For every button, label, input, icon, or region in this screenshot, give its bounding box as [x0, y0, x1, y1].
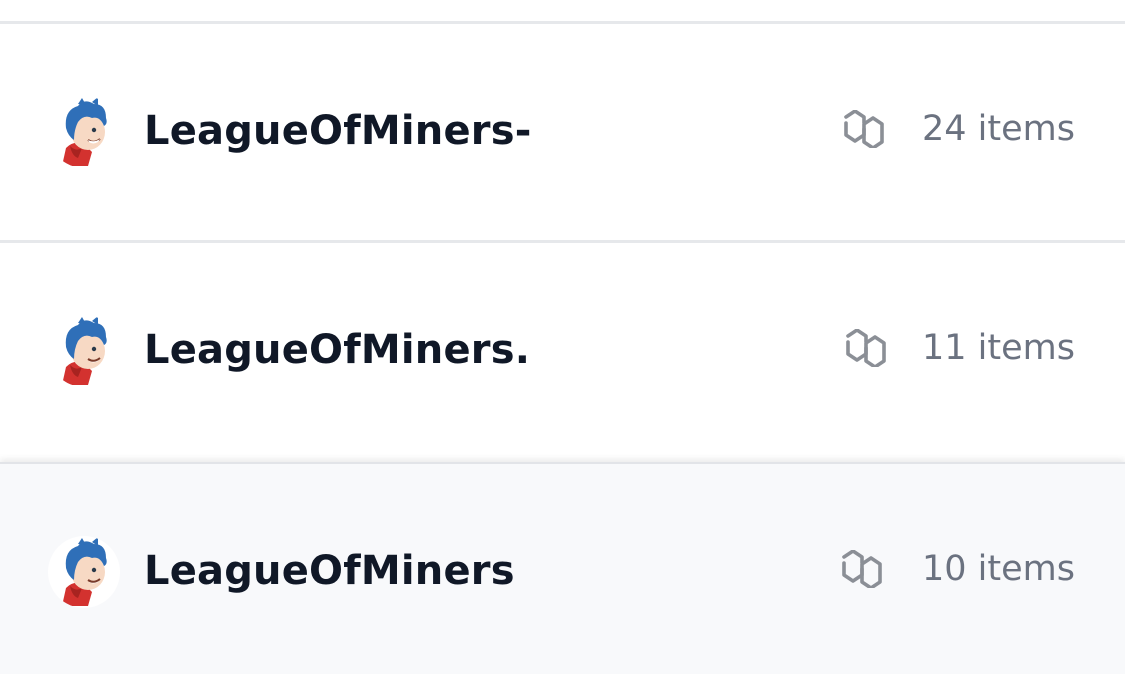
miner-avatar-icon: [62, 97, 107, 166]
collection-meta: 11 items: [842, 329, 1075, 367]
miner-avatar-icon: [62, 537, 107, 606]
collection-avatar: [48, 536, 120, 608]
miner-avatar-icon: [62, 316, 107, 385]
collection-row[interactable]: LeagueOfMiners 10 items: [0, 462, 1125, 674]
collection-meta: 24 items: [840, 110, 1075, 148]
collection-avatar: [48, 315, 120, 387]
collection-row[interactable]: LeagueOfMiners. 11 items: [0, 243, 1125, 462]
collection-meta: 10 items: [838, 550, 1075, 588]
polygon-icon: [844, 110, 884, 148]
collection-row[interactable]: LeagueOfMiners- 24 items: [0, 24, 1125, 243]
polygon-icon: [842, 550, 882, 588]
collection-name: LeagueOfMiners: [144, 548, 515, 594]
collection-avatar: [48, 96, 120, 168]
item-count: 24 items: [922, 108, 1075, 149]
collection-name: LeagueOfMiners-: [144, 108, 532, 154]
collection-name: LeagueOfMiners.: [144, 327, 531, 373]
polygon-icon: [846, 329, 886, 367]
item-count: 11 items: [922, 327, 1075, 368]
collection-list: LeagueOfMiners- 24 items LeagueOfMiners.: [0, 0, 1125, 674]
item-count: 10 items: [922, 548, 1075, 589]
